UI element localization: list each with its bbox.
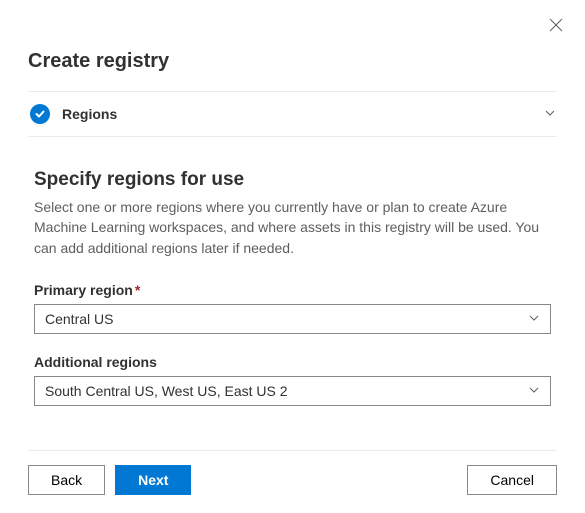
chevron-down-icon: [528, 311, 540, 327]
close-button[interactable]: [545, 14, 567, 39]
divider: [28, 450, 557, 451]
chevron-down-icon: [528, 383, 540, 399]
close-icon: [549, 18, 563, 32]
content-area: Specify regions for use Select one or mo…: [28, 137, 557, 406]
cancel-button[interactable]: Cancel: [467, 465, 557, 495]
page-title: Create registry: [28, 50, 557, 73]
primary-region-value: Central US: [45, 311, 528, 327]
content-description: Select one or more regions where you cur…: [34, 197, 551, 258]
check-circle-icon: [30, 104, 50, 124]
chevron-down-icon: [543, 106, 557, 123]
section-label: Regions: [62, 106, 543, 122]
footer: Back Next Cancel: [28, 453, 557, 495]
section-header-regions[interactable]: Regions: [28, 92, 557, 136]
additional-regions-select[interactable]: South Central US, West US, East US 2: [34, 376, 551, 406]
additional-regions-value: South Central US, West US, East US 2: [45, 383, 528, 399]
required-asterisk: *: [135, 282, 140, 298]
back-button[interactable]: Back: [28, 465, 105, 495]
primary-region-label-text: Primary region: [34, 282, 133, 298]
additional-regions-label: Additional regions: [34, 354, 551, 370]
primary-region-select[interactable]: Central US: [34, 304, 551, 334]
next-button[interactable]: Next: [115, 465, 191, 495]
primary-region-label: Primary region*: [34, 282, 551, 298]
content-heading: Specify regions for use: [34, 169, 551, 191]
